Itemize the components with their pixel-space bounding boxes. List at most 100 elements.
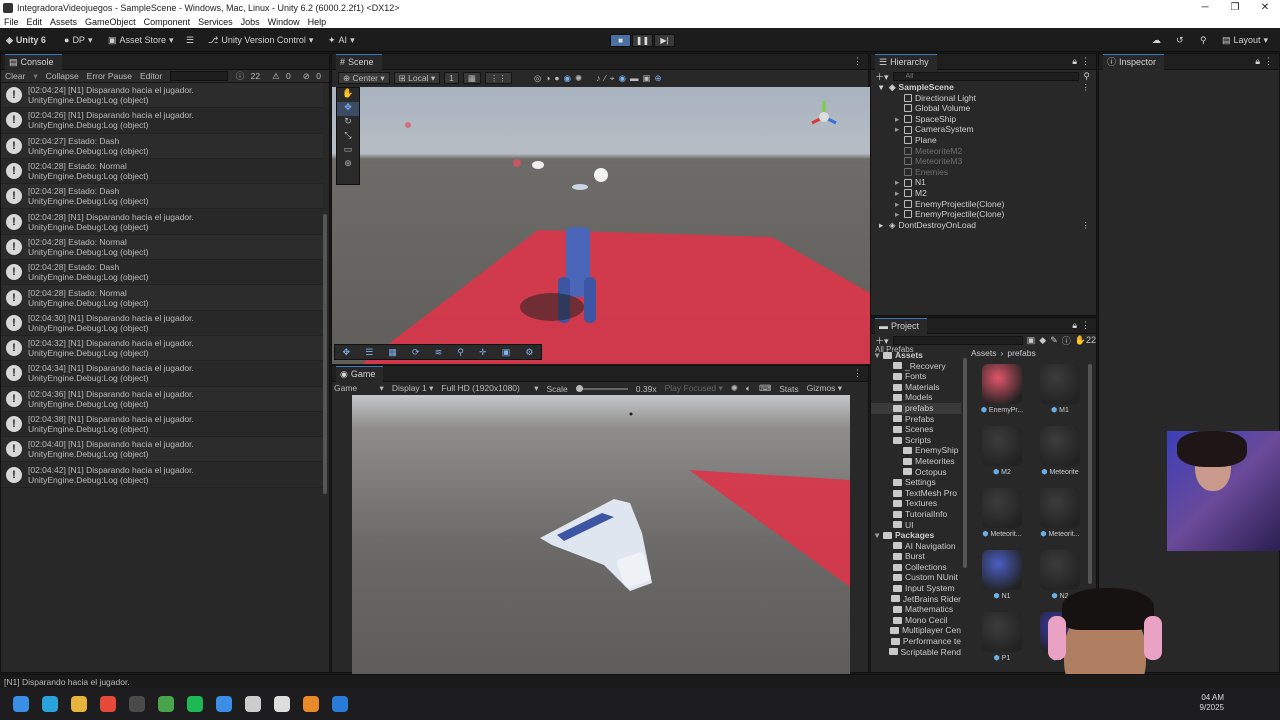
camera-settings-icon[interactable]: ▣ bbox=[643, 73, 651, 84]
dont-destroy-options-icon[interactable]: ⋮ bbox=[1082, 220, 1091, 231]
scene-options-icon[interactable]: ⋮ bbox=[853, 56, 862, 67]
asset-item[interactable]: ⬢ N1 bbox=[975, 550, 1029, 603]
close-icon[interactable]: ✕ bbox=[1250, 0, 1280, 15]
asset-store-button[interactable]: ▣ Asset Store ▾ bbox=[108, 33, 174, 47]
warning-count-badge[interactable]: ⚠ 0 bbox=[268, 71, 299, 82]
step-button[interactable]: ▶| bbox=[654, 34, 675, 47]
folder-tree-item[interactable]: Octopus bbox=[871, 467, 961, 478]
overlay-layers-icon[interactable]: ≋ bbox=[435, 347, 443, 358]
taskbar-app[interactable] bbox=[35, 688, 64, 720]
scene-viewport[interactable]: ✋ ✥ ↻ ⤡ ▭ ⊛ ✥ ☰ ▦ ⟳ ≋ ⚲ ✛ ▣ ⚙ bbox=[332, 87, 870, 364]
folder-tree-scrollbar[interactable] bbox=[963, 358, 967, 568]
hierarchy-item[interactable]: MeteoriteM3 bbox=[895, 156, 1096, 167]
taskbar-clock[interactable]: 04 AM 9/2025 bbox=[1200, 693, 1224, 713]
taskbar-app[interactable] bbox=[151, 688, 180, 720]
audio-mute-icon[interactable]: ♪ bbox=[596, 73, 600, 83]
taskbar-app[interactable] bbox=[267, 688, 296, 720]
overlay-grid-icon[interactable]: ▦ bbox=[388, 347, 397, 358]
project-options-icon[interactable]: ⋮ bbox=[1081, 320, 1090, 331]
folder-tree-item[interactable]: Prefabs bbox=[871, 414, 961, 425]
folder-tree-item[interactable]: Mono Cecil bbox=[871, 615, 961, 626]
pause-button[interactable]: ❚❚ bbox=[632, 34, 653, 47]
hand-tool-icon[interactable]: ✋ bbox=[337, 88, 359, 102]
folder-tree-item[interactable]: Materials bbox=[871, 382, 961, 393]
folder-tree-item[interactable]: _Recovery bbox=[871, 361, 961, 372]
folder-tree-item[interactable]: Mathematics bbox=[871, 604, 961, 615]
status-message[interactable]: [N1] Disparando hacia el jugador. bbox=[4, 677, 130, 687]
collapse-button[interactable]: Collapse bbox=[42, 71, 83, 81]
chevron-down-icon[interactable]: ▾ bbox=[879, 82, 889, 93]
folder-tree-item[interactable]: TutorialInfo bbox=[871, 509, 961, 520]
console-log-entry[interactable]: ! [02:04:30] [N1] Disparando hacia el jug… bbox=[1, 311, 323, 336]
chevron-right-icon[interactable]: ▸ bbox=[895, 114, 904, 125]
gizmos-icon[interactable]: ▬ bbox=[630, 73, 639, 83]
asset-item[interactable]: ⬢ M2 bbox=[975, 426, 1029, 479]
taskbar-app[interactable] bbox=[6, 688, 35, 720]
folder-tree-item[interactable]: prefabs bbox=[871, 402, 961, 414]
folder-tree-item[interactable]: Input System bbox=[871, 583, 961, 594]
chevron-right-icon[interactable]: ▸ bbox=[895, 124, 904, 135]
hierarchy-item[interactable]: Plane bbox=[895, 135, 1096, 146]
info-count-badge[interactable]: ⓘ 22 bbox=[232, 70, 268, 82]
error-pause-button[interactable]: Error Pause bbox=[83, 71, 136, 81]
asset-item[interactable]: ⬢ Meteorit... bbox=[1033, 488, 1087, 541]
folder-tree-item[interactable]: TextMesh Pro bbox=[871, 488, 961, 499]
project-search-input[interactable] bbox=[892, 336, 1023, 345]
chevron-right-icon[interactable]: ▸ bbox=[879, 220, 889, 231]
pivot-dropdown[interactable]: ⊕ Center ▾ bbox=[338, 72, 390, 84]
search-button[interactable]: ⚲ bbox=[1200, 33, 1207, 47]
add-icon[interactable]: ＋▾ bbox=[875, 70, 889, 83]
hidden-packages-count[interactable]: ✋22 bbox=[1075, 335, 1096, 346]
folder-tree-item[interactable]: Scriptable Rend bbox=[871, 647, 961, 658]
console-log-entry[interactable]: ! [02:04:42] [N1] Disparando hacia el jug… bbox=[1, 462, 323, 488]
grid-snap-icon[interactable]: ⋮⋮ bbox=[484, 72, 512, 84]
scale-slider[interactable] bbox=[575, 384, 628, 392]
clear-button[interactable]: Clear bbox=[1, 71, 29, 81]
tab-project[interactable]: ▬ Project bbox=[875, 317, 928, 334]
shading-lit-icon[interactable]: ◉ bbox=[564, 73, 571, 84]
overlay-search-icon[interactable]: ⚲ bbox=[457, 347, 464, 358]
tab-inspector[interactable]: ⓘ Inspector bbox=[1103, 53, 1165, 70]
draw-mode-icon[interactable]: ◎ bbox=[534, 73, 541, 84]
asset-item[interactable]: ⬢ M1 bbox=[1033, 364, 1087, 417]
taskbar-app[interactable] bbox=[122, 688, 151, 720]
inspector-options-icon[interactable]: ⋮ bbox=[1264, 56, 1273, 67]
folder-tree-item[interactable]: JetBrains Rider bbox=[871, 594, 961, 605]
chevron-right-icon[interactable]: ▸ bbox=[895, 209, 904, 220]
hierarchy-item[interactable]: ▸ EnemyProjectile(Clone) bbox=[895, 199, 1096, 210]
folder-tree-item[interactable]: Multiplayer Cen bbox=[871, 625, 961, 636]
tab-scene[interactable]: # Scene bbox=[336, 53, 382, 70]
chevron-right-icon[interactable]: ▸ bbox=[895, 188, 904, 199]
menu-edit[interactable]: Edit bbox=[23, 17, 47, 27]
overlay-list-icon[interactable]: ☰ bbox=[365, 347, 373, 358]
menu-assets[interactable]: Assets bbox=[46, 17, 81, 27]
console-log-entry[interactable]: ! [02:04:36] [N1] Disparando hacia el jug… bbox=[1, 386, 323, 412]
overlay-move-icon[interactable]: ✥ bbox=[343, 347, 351, 358]
shading-wire-icon[interactable]: ◑ bbox=[545, 73, 550, 83]
2d-toggle-icon[interactable]: ⁄ bbox=[604, 73, 605, 83]
console-search-input[interactable] bbox=[170, 71, 228, 81]
chevron-right-icon[interactable]: ▸ bbox=[895, 177, 904, 188]
shortcuts-icon[interactable]: ⌨ bbox=[759, 383, 771, 394]
folder-tree-item[interactable]: Fonts bbox=[871, 371, 961, 382]
rotate-tool-icon[interactable]: ↻ bbox=[337, 116, 359, 130]
folder-tree-item[interactable]: EnemyShip bbox=[871, 445, 961, 456]
menu-help[interactable]: Help bbox=[304, 17, 331, 27]
orientation-toggle-icon[interactable]: ⊕ bbox=[655, 73, 662, 84]
asset-item[interactable]: ⬢ Meteorite bbox=[1033, 426, 1087, 479]
chevron-right-icon[interactable]: ▸ bbox=[895, 199, 904, 210]
layout-dropdown[interactable]: ▤ Layout ▾ bbox=[1222, 33, 1268, 47]
lock-icon[interactable]: 🔒︎ bbox=[1072, 320, 1077, 331]
folder-tree-item[interactable]: ▾ Assets bbox=[871, 350, 961, 361]
taskbar-app[interactable] bbox=[180, 688, 209, 720]
taskbar-app[interactable] bbox=[296, 688, 325, 720]
tab-game[interactable]: ◉ Game bbox=[336, 365, 384, 382]
breadcrumb-assets[interactable]: Assets bbox=[971, 348, 997, 358]
menu-gameobject[interactable]: GameObject bbox=[81, 17, 140, 27]
mute-audio-icon[interactable]: ✺ bbox=[731, 383, 738, 394]
console-log-entry[interactable]: ! [02:04:32] [N1] Disparando hacia el jug… bbox=[1, 335, 323, 362]
tab-console[interactable]: ▤ Console bbox=[5, 53, 62, 70]
error-count-badge[interactable]: ⊘ 0 bbox=[299, 71, 329, 82]
orientation-gizmo[interactable] bbox=[811, 101, 837, 125]
folder-tree-item[interactable]: Meteorites bbox=[871, 456, 961, 467]
